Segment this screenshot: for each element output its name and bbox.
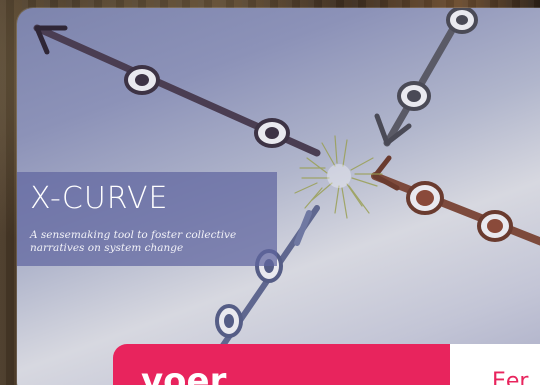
image-title: X-CURVE: [30, 181, 169, 216]
brand-logo-text[interactable]: voer: [141, 364, 226, 385]
x-curve-cover-image: X-CURVE A sensemaking tool to foster col…: [17, 8, 540, 385]
title-box: X-CURVE A sensemaking tool to foster col…: [17, 172, 277, 266]
image-subtitle: A sensemaking tool to foster collective …: [30, 229, 237, 254]
brand-banner: voer: [113, 344, 453, 385]
banner-text-panel: Eer: [450, 344, 540, 385]
banner-partial-text: Eer: [492, 369, 529, 385]
screenshot-stage: X-CURVE A sensemaking tool to foster col…: [0, 0, 540, 385]
